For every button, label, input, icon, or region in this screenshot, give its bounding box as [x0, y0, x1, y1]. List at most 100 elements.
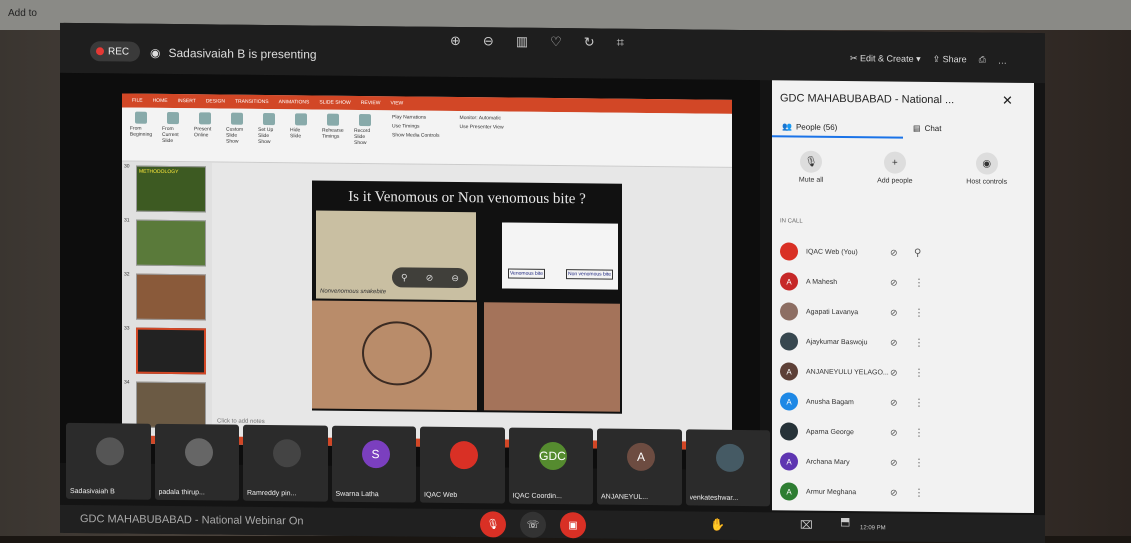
mic-off-icon: ⊘ [890, 277, 898, 288]
raise-hand-icon[interactable]: ✋ [710, 518, 725, 532]
mute-all-button[interactable]: 🎙 Mute all [799, 150, 823, 201]
participant-row[interactable]: IQAC Web (You) ⊘ ⚲ [772, 236, 1034, 269]
minus-icon[interactable]: ⊖ [451, 272, 459, 283]
video-tile[interactable]: venkateshwar... [685, 429, 770, 507]
more-icon[interactable]: … [998, 55, 1007, 65]
hide-slide-button[interactable]: Hide Slide [290, 113, 312, 158]
add-people-button[interactable]: + Add people [877, 151, 913, 201]
edit-create-button[interactable]: ✂ Edit & Create ▾ [850, 53, 921, 65]
end-call-button[interactable]: ☏ [520, 511, 546, 538]
tile-name: padala thirup... [158, 488, 205, 497]
participant-row[interactable]: A ANJANEYULU YELAGO... ⊘ ⋮ [772, 356, 1034, 389]
ribbon-checks: Play Narrations Use Timings Show Media C… [392, 114, 440, 159]
participant-row[interactable]: A Armur Meghana ⊘ ⋮ [772, 476, 1034, 509]
tab-slide-show[interactable]: SLIDE SHOW [319, 100, 350, 106]
tab-people[interactable]: 👥 People (56) [772, 118, 903, 139]
tab-transitions[interactable]: TRANSITIONS [235, 99, 269, 105]
mic-off-icon: ⊘ [890, 427, 898, 438]
rotate-icon[interactable]: ↻ [584, 34, 595, 50]
zoom-in-icon[interactable]: ⊕ [450, 33, 461, 49]
video-tile[interactable]: padala thirup... [154, 423, 239, 501]
tab-animations[interactable]: ANIMATIONS [279, 99, 310, 105]
tab-design[interactable]: DESIGN [206, 98, 225, 104]
from-beginning-button[interactable]: From Beginning [130, 111, 152, 157]
zoom-out-icon[interactable]: ⊖ [483, 33, 494, 49]
thumb-slide-30[interactable]: METHODOLOGY [136, 165, 206, 213]
thumb-slide-31[interactable] [136, 219, 206, 267]
monitor-select[interactable]: Automatic [479, 115, 501, 121]
mic-off-icon: 🎙 [800, 150, 823, 173]
thumb-slide-34[interactable] [136, 381, 206, 429]
participant-row[interactable]: Ajaykumar Baswoju ⊘ ⋮ [772, 326, 1034, 359]
participant-row[interactable]: A Archana Mary ⊘ ⋮ [772, 446, 1034, 479]
tab-review[interactable]: REVIEW [361, 100, 381, 106]
camera-off-button[interactable]: ▣ [560, 512, 586, 539]
monitor-label: Monitor: [459, 115, 478, 122]
present-online-button[interactable]: Present Online [194, 112, 216, 157]
tab-home[interactable]: HOME [153, 98, 168, 104]
delete-icon[interactable]: ▥ [516, 34, 528, 50]
setup-icon [263, 112, 275, 126]
tab-view[interactable]: VIEW [391, 100, 404, 106]
host-controls-button[interactable]: ◉ Host controls [966, 152, 1007, 202]
mic-off-icon: ⊘ [890, 307, 898, 318]
ribbon: From Beginning From Current Slide Presen… [122, 107, 732, 168]
more-icon[interactable]: ⋮ [914, 367, 924, 378]
more-icon[interactable]: ⋮ [914, 307, 924, 318]
presenter-view-check[interactable]: Use Presenter View [460, 124, 504, 130]
venomous-bite-label: Venomous bite [508, 268, 546, 279]
thumb-slide-33[interactable] [136, 327, 206, 375]
mic-off-icon: ⊘ [890, 457, 898, 468]
monitor-row: Monitor: Automatic [460, 115, 504, 121]
host-controls-label: Host controls [966, 178, 1008, 186]
video-tile[interactable]: Ramreddy pin... [243, 424, 328, 502]
more-icon[interactable]: ⋮ [914, 397, 924, 408]
close-icon[interactable]: ✕ [1002, 93, 1013, 109]
video-tile[interactable]: A ANJANEYUL... [597, 428, 682, 506]
participant-row[interactable]: Agapati Lavanya ⊘ ⋮ [772, 296, 1034, 329]
participant-row[interactable]: A Anusha Bagam ⊘ ⋮ [772, 386, 1034, 419]
share-button[interactable]: ⇪ Share [933, 54, 967, 65]
more-icon[interactable]: ⋮ [914, 457, 924, 468]
video-tile[interactable]: S Swarna Latha [331, 425, 416, 503]
crop-icon[interactable]: ⌗ [617, 35, 624, 51]
mute-icon[interactable]: ⊘ [426, 272, 434, 283]
participant-row[interactable]: Aparna George ⊘ ⋮ [772, 416, 1034, 449]
participant-row[interactable]: A A Mahesh ⊘ ⋮ [772, 266, 1034, 299]
tab-insert[interactable]: INSERT [178, 98, 196, 104]
favorite-icon[interactable]: ♡ [550, 34, 562, 50]
more-icon[interactable]: ⋮ [914, 487, 924, 498]
participant-name: Armur Meghana [806, 488, 857, 496]
tab-file[interactable]: FILE [132, 98, 143, 104]
meeting-name: GDC MAHABUBABAD - National Webinar On [80, 513, 304, 528]
participant-name: A Mahesh [806, 278, 838, 286]
mic-off-button[interactable]: 🎙 [480, 511, 506, 538]
use-timings-check[interactable]: Use Timings [392, 123, 440, 129]
custom-show-button[interactable]: Custom Slide Show [226, 112, 248, 158]
captions-icon[interactable]: ⌧ [800, 519, 813, 532]
video-tile[interactable]: GDC IQAC Coordin... [508, 427, 593, 505]
participant-name: Agapati Lavanya [806, 308, 859, 316]
more-icon[interactable]: ⋮ [914, 277, 924, 288]
thumb-slide-32[interactable] [136, 273, 206, 321]
more-icon[interactable]: ⚲ [914, 247, 921, 258]
rehearse-button[interactable]: Rehearse Timings [322, 113, 344, 159]
play-narrations-check[interactable]: Play Narrations [392, 114, 440, 120]
slideshow-icon [167, 111, 179, 125]
pin-icon[interactable]: ⚲ [401, 272, 408, 283]
thumb-number: 33 [124, 325, 130, 332]
video-tile[interactable]: Sadasivaiah B [66, 422, 151, 500]
show-media-check[interactable]: Show Media Controls [392, 132, 440, 138]
print-icon[interactable]: ⎙ [979, 54, 986, 65]
present-icon[interactable]: ⬒ [840, 515, 850, 528]
tab-chat[interactable]: ▤ Chat [903, 120, 1034, 140]
more-icon[interactable]: ⋮ [914, 427, 924, 438]
more-icon[interactable]: ⋮ [914, 337, 924, 348]
record-button[interactable]: Record Slide Show [354, 113, 376, 159]
setup-show-button[interactable]: Set Up Slide Show [258, 112, 280, 158]
avatar [780, 422, 798, 441]
from-current-button[interactable]: From Current Slide [162, 111, 184, 157]
video-tile[interactable]: IQAC Web [420, 426, 505, 504]
custom-show-label: Custom Slide Show [226, 126, 244, 145]
toolbar: ⊕ ⊖ ▥ ♡ ↻ ⌗ [450, 33, 624, 51]
